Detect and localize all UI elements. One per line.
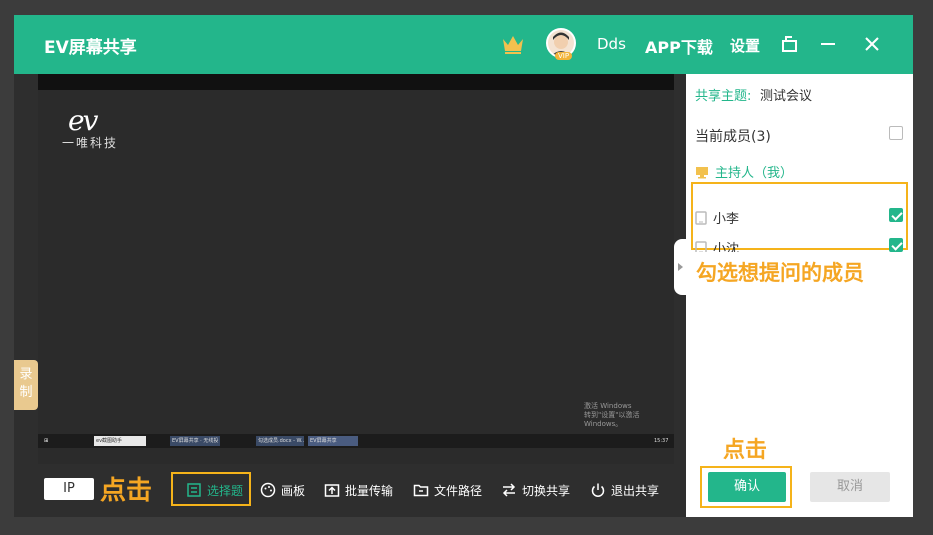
select-question-label: 选择题 [207,483,244,498]
member-checkbox[interactable] [889,238,903,252]
member-name: 小李 [713,212,740,227]
close-icon[interactable] [862,34,882,54]
member-checkbox[interactable] [889,208,903,222]
activate-line-1: 激活 Windows [584,402,632,410]
file-path-label: 文件路径 [434,483,483,498]
taskbar-clock: 15:37 [652,436,672,446]
palette-icon [260,482,276,498]
record-label: 录 [19,367,33,382]
crown-icon[interactable] [501,33,525,55]
tablet-icon [695,210,707,225]
switch-share-button[interactable]: 切换共享 [501,481,570,499]
record-tab[interactable]: 录 制 [14,360,38,410]
ev-logo: ev [68,104,98,137]
topic-value: 测试会议 [760,89,813,104]
vip-badge: VIP [555,52,573,60]
settings-link[interactable]: 设置 [730,35,760,56]
switch-arrows-icon [502,483,516,497]
ip-button[interactable]: IP [44,478,94,500]
brand-name: 一唯科技 [62,136,119,150]
select-question-button[interactable]: 选择题 [186,481,243,499]
taskbar-item: ev截图助手 [94,436,146,446]
power-icon [591,483,605,497]
host-row: 主持人（我） [695,162,793,181]
screen-top-strip [38,74,674,90]
switch-share-label: 切换共享 [522,483,571,498]
taskbar-item: EV屏幕共享 · 无线投 [170,436,220,446]
hint-click-label: 点击 [100,476,153,506]
screenshot-frame: EV屏幕共享 VIP Dds APP下载 设置 ev 一唯科技 激活 Windo… [0,0,933,535]
member-panel: 共享主题: 测试会议 当前成员(3) 主持人（我） 小李 小沈 勾选想提问的成员… [674,74,913,517]
title-bar: EV屏幕共享 VIP Dds APP下载 设置 [14,15,913,74]
pin-icon[interactable] [780,34,800,54]
username[interactable]: Dds [597,35,626,53]
minimize-icon[interactable] [818,34,838,54]
folder-icon [413,484,429,497]
watermark-fragment [896,408,926,464]
shared-screen-preview: ev 一唯科技 激活 Windows 转到"设置"以激活 Windows。 ⊞ … [38,74,674,464]
taskbar-item: EV屏幕共享 [308,436,358,446]
members-count-label: 当前成员(3) [695,129,771,145]
app-download-link[interactable]: APP下载 [645,34,713,58]
app-window: EV屏幕共享 VIP Dds APP下载 设置 ev 一唯科技 激活 Windo… [14,15,913,517]
cancel-button[interactable]: 取消 [810,472,890,502]
taskbar-item: 勾选成员.docx - W... [256,436,304,446]
batch-transfer-label: 批量传输 [345,483,394,498]
list-icon [187,483,201,497]
record-label: 制 [19,385,33,400]
select-all-checkbox[interactable] [889,126,903,140]
activate-windows-notice: 激活 Windows 转到"设置"以激活 Windows。 [584,402,674,429]
share-stage: ev 一唯科技 激活 Windows 转到"设置"以激活 Windows。 ⊞ … [14,74,686,517]
exit-share-label: 退出共享 [611,483,660,498]
bottom-toolbar: IP 点击 选择题 画板 批量传输 文件路径 切换共享 退出共享 [14,464,686,517]
whiteboard-button[interactable]: 画板 [260,481,305,499]
hint-click-label: 点击 [723,438,768,463]
file-path-button[interactable]: 文件路径 [413,481,482,499]
exit-share-button[interactable]: 退出共享 [590,481,659,499]
app-title: EV屏幕共享 [44,38,137,58]
topic-label: 共享主题: [695,89,752,104]
whiteboard-label: 画板 [281,483,306,498]
batch-transfer-button[interactable]: 批量传输 [324,481,393,499]
upload-icon [324,484,340,497]
host-label: 主持人（我） [715,166,794,181]
confirm-button[interactable]: 确认 [708,472,786,502]
monitor-icon [696,166,708,178]
activate-line-2: 转到"设置"以激活 Windows。 [584,411,640,428]
hint-select-members: 勾选想提问的成员 [686,252,913,294]
windows-start-icon: ⊞ [42,436,52,446]
remote-taskbar: ⊞ ev截图助手 EV屏幕共享 · 无线投 勾选成员.docx - W... E… [38,434,674,448]
member-row[interactable]: 小李 [695,208,739,227]
